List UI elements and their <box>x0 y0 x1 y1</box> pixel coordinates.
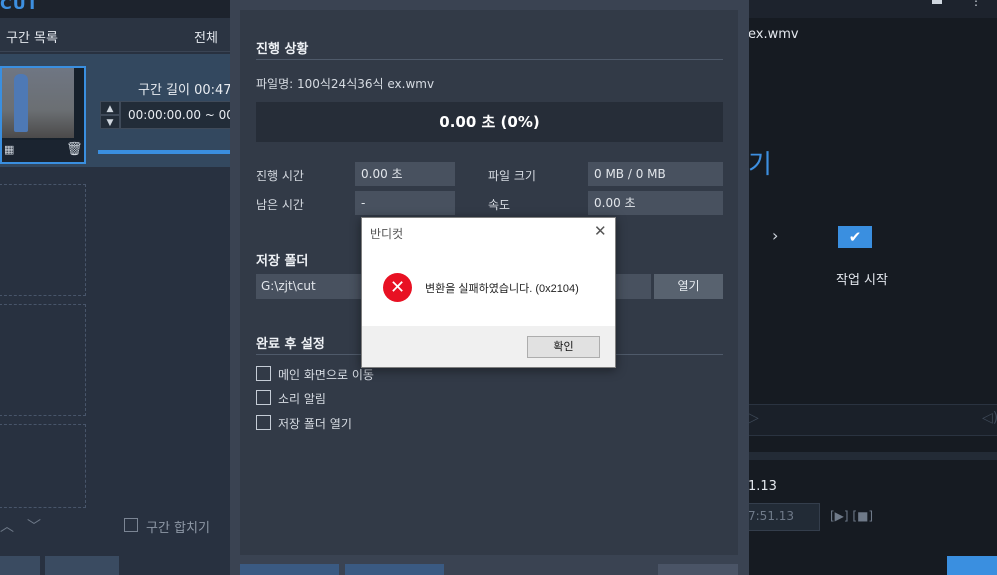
remaining-time-value: - <box>355 191 455 215</box>
segment-list-title: 구간 목록 <box>6 31 58 46</box>
sound-alert-label: 소리 알림 <box>278 392 326 406</box>
end-time-value: 7:51.13 <box>748 509 795 523</box>
merge-segments-label: 구간 합치기 <box>146 521 210 536</box>
volume-icon[interactable]: ◁) <box>982 410 997 426</box>
empty-segment-slot <box>0 304 86 416</box>
error-message: 변환을 실패하였습니다. (0x2104) <box>425 283 579 295</box>
open-folder-button[interactable]: 열기 <box>654 274 723 299</box>
chevron-right-icon: › <box>772 226 779 245</box>
merge-segments-checkbox[interactable] <box>124 518 138 532</box>
close-icon[interactable]: ✕ <box>594 222 607 240</box>
preview-title-bar <box>748 0 997 18</box>
open-folder-label: 저장 폴더 열기 <box>278 417 352 431</box>
open-file-link[interactable]: 기 <box>748 144 772 181</box>
after-completion-title: 완료 후 설정 <box>256 337 325 352</box>
save-folder-title: 저장 폴더 <box>256 254 309 269</box>
modal-close-button[interactable] <box>658 564 738 575</box>
preview-seek-bar[interactable] <box>748 452 997 460</box>
progress-bar: 0.00 초 (0%) <box>256 102 723 142</box>
film-button[interactable] <box>45 556 119 575</box>
elapsed-time-value: 0.00 초 <box>355 162 455 186</box>
chevron-up-icon[interactable]: ▲ <box>100 101 120 115</box>
grid-icon[interactable]: ▦ <box>4 144 15 155</box>
segment-progress-bar <box>98 150 240 154</box>
segment-list-all-label[interactable]: 전체 <box>194 27 218 46</box>
start-button[interactable] <box>947 556 997 575</box>
chevron-up-icon[interactable]: ︿ <box>0 516 14 536</box>
trash-icon[interactable]: 🗑 <box>66 142 83 157</box>
ok-button[interactable]: 확인 <box>527 336 600 358</box>
menu-icon[interactable]: ⋮ <box>970 0 982 8</box>
app-logo: CUT <box>0 0 39 13</box>
modal-action-button[interactable] <box>240 564 339 575</box>
chevron-down-icon[interactable]: ▼ <box>100 115 120 129</box>
empty-segment-slot <box>0 424 86 508</box>
divider <box>256 59 723 60</box>
playback-controls[interactable]: [▶] [■] <box>830 509 873 523</box>
preview-filename: ex.wmv <box>748 27 799 42</box>
speed-label: 속도 <box>488 198 511 212</box>
thumbnail-image <box>2 68 74 138</box>
go-main-label: 메인 화면으로 이동 <box>278 368 374 382</box>
speed-value: 0.00 초 <box>588 191 723 215</box>
file-size-label: 파일 크기 <box>488 169 536 183</box>
minimize-icon[interactable] <box>932 0 942 4</box>
progress-section-title: 진행 상황 <box>256 42 309 57</box>
play-icon[interactable]: ▷ <box>748 410 759 426</box>
dialog-title: 반디컷 <box>370 227 404 241</box>
elapsed-time-label: 진행 시간 <box>256 169 304 183</box>
thumbnail-person <box>14 74 28 132</box>
remaining-time-label: 남은 시간 <box>256 198 304 212</box>
empty-segment-slot <box>0 184 86 296</box>
preview-timeline[interactable] <box>748 404 997 436</box>
sound-alert-checkbox[interactable] <box>256 390 271 405</box>
refresh-button[interactable] <box>0 556 40 575</box>
error-icon: ✕ <box>383 273 412 302</box>
chevron-down-icon[interactable]: ﹀ <box>27 516 41 536</box>
segment-range-input[interactable]: 00:00:00.00 ~ 00: <box>120 101 240 129</box>
modal-action-button[interactable] <box>345 564 444 575</box>
go-main-checkbox[interactable] <box>256 366 271 381</box>
preview-time: 1.13 <box>748 479 777 494</box>
file-name: 파일명: 100식24식36식 ex.wmv <box>256 77 435 91</box>
segment-thumbnail[interactable]: ▦ 🗑 <box>0 66 86 164</box>
file-size-value: 0 MB / 0 MB <box>588 162 723 186</box>
start-task-label: 작업 시작 <box>836 273 888 288</box>
segment-length: 구간 길이 00:47 <box>138 83 232 98</box>
check-icon[interactable]: ✔ <box>838 226 872 248</box>
open-folder-checkbox[interactable] <box>256 415 271 430</box>
